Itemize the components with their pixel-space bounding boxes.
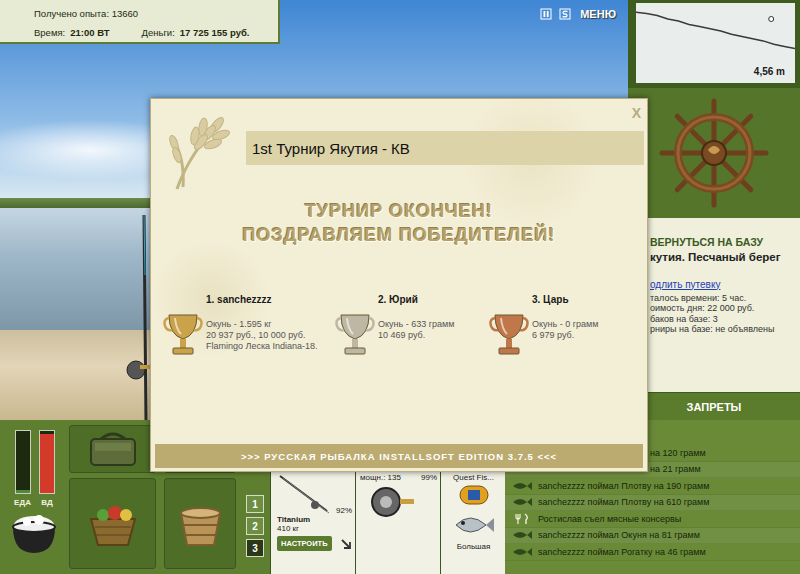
bucket-slot[interactable] [164,478,236,569]
meter-label: ВД [41,498,52,507]
trophy-icon [489,309,529,359]
status-panel: Получено опыта: 13660 Время: 21:00 ВТ Деньг… [0,0,280,44]
winner-name: 3. Царь [489,294,643,305]
log-row: sanchezzzz поймал Плотву на 610 грамм [505,495,800,512]
menu-button[interactable]: МЕНЮ [578,6,618,22]
toolbar: МЕНЮ [540,6,618,22]
meter-track [15,430,31,494]
time-label: Время: [34,27,65,38]
winner-prize: 6 979 руб. [532,330,598,341]
fork-icon [511,513,533,525]
ship-wheel-icon[interactable] [659,98,769,208]
fish-icon [511,546,533,558]
pause-icon[interactable] [540,8,552,20]
reel-icon [360,482,420,522]
base-panel: ВЕРНУТЬСЯ НА БАЗУ кутия. Песчаный берег од… [628,218,800,393]
fish-icon [511,496,533,508]
setup-button[interactable]: НАСТРОИТЬ [277,536,332,551]
rod-slot-button[interactable]: 2 [246,517,264,535]
status-meter: ВД [39,430,55,507]
money-label: Деньги: [141,27,174,38]
log-text: на 21 грамм [650,464,701,474]
reel-wear: 99% [421,473,437,482]
close-button[interactable]: X [632,105,641,121]
status-meter: ЕДА [14,430,31,507]
location-label: кутия. Песчаный берег [650,251,796,263]
log-text: sanchezzzz поймал Плотву на 610 грамм [538,497,709,507]
depth-chart: 4,56 m [628,0,800,88]
dialog-title: 1st Турнир Якутия - КВ [246,131,644,165]
lure-icon [452,508,496,542]
float-marker [769,17,774,22]
rod-slot-button[interactable]: 3 [246,539,264,557]
food-pot-icon[interactable] [7,507,62,557]
rod-icon [277,473,332,515]
lure-name: Большая [457,542,491,551]
depth-profile [636,3,795,83]
log-row: Ростислав съел мясные консервы [505,511,800,528]
bans-button[interactable]: ЗАПРЕТЫ [628,392,800,420]
winner-fish: Окунь - 1.595 кг [206,319,318,330]
sound-icon[interactable] [559,8,571,20]
reel-power: мощн.: 135 [360,473,401,482]
rod-slot-button[interactable]: 1 [246,495,264,513]
bait-bucket-icon [173,499,228,549]
winner-fish: Окунь - 0 грамм [532,319,598,330]
log-text: sanchezzzz поймал Окуня на 81 грамм [538,530,700,540]
experience-label: Получено опыта: 13660 [34,8,272,19]
rod-name: Titanium [277,515,352,524]
depth-line [636,12,795,48]
meter-track [39,430,55,494]
headline: ТУРНИР ОКОНЧЕН! [305,199,493,223]
meter-label: ЕДА [14,498,31,507]
rod-weight: 410 кг [277,524,352,533]
winner-card: 1. sanchezzzz Окунь - 1.595 кг20 937 руб.… [163,294,335,359]
tournament-dialog: X 1st Турнир Якутия - КВ ТУРНИР ОКОНЧЕН!ПО… [150,98,648,472]
base-info-line: талось времени: 5 час. [650,293,796,304]
base-info-line: рниры на базе: не объявлены [650,324,796,335]
meter-fill [40,434,54,493]
line-name: Quest Fis... [453,473,494,482]
winner-card: 2. Юрий Окунь - 633 грамм10 469 руб. [335,294,489,359]
bag-slot[interactable] [69,425,156,473]
log-text: sanchezzzz поймал Плотву на 190 грамм [538,481,709,491]
time-value: 21:00 ВТ [70,27,109,38]
tackle-bag-icon [83,429,143,469]
dialog-footer: >>> РУССКАЯ РЫБАЛКА INSTALLSOFT EDITION … [155,444,643,468]
log-row: sanchezzzz поймал Окуня на 81 грамм [505,528,800,545]
fish-icon [511,480,533,492]
winner-name: 1. sanchezzzz [163,294,335,305]
log-row: sanchezzzz поймал Рогатку на 46 грамм [505,544,800,561]
winner-name: 2. Юрий [335,294,489,305]
fish-icon [511,529,533,541]
base-info-line: баков на базе: 3 [650,314,796,325]
arrow-icon[interactable] [340,538,352,550]
return-to-base-button[interactable]: ВЕРНУТЬСЯ НА БАЗУ [650,236,796,248]
winner-prize: 10 469 руб. [378,330,454,341]
winner-prize: 20 937 руб., 10 000 руб. [206,330,318,341]
log-text: Ростислав съел мясные консервы [538,514,681,524]
winner-item: Flamingo Леска Indiana-18. [206,341,318,352]
rod-wear: 92% [336,506,352,515]
money-value: 17 725 155 руб. [180,27,250,38]
log-text: sanchezzzz поймал Рогатку на 46 грамм [538,547,706,557]
headline: ПОЗДРАВЛЯЕМ ПОБЕДИТЕЛЕЙ! [243,223,556,247]
trophy-icon [335,309,375,359]
basket-slot[interactable] [69,478,156,569]
winner-card: 3. Царь Окунь - 0 грамм6 979 руб. [489,294,643,359]
depth-reading: 4,56 m [754,66,795,83]
wheat-emblem-icon [159,109,239,194]
fishing-line-icon [454,482,494,508]
meter-fill [16,490,30,493]
log-text: на 120 грамм [650,448,706,458]
extend-permit-link[interactable]: одлить путевку [650,279,796,290]
winner-fish: Окунь - 633 грамм [378,319,454,330]
log-row: sanchezzzz поймал Плотву на 190 грамм [505,478,800,495]
base-info-line: оимость дня: 22 000 руб. [650,303,796,314]
trophy-icon [163,309,203,359]
food-basket-icon [83,499,143,549]
